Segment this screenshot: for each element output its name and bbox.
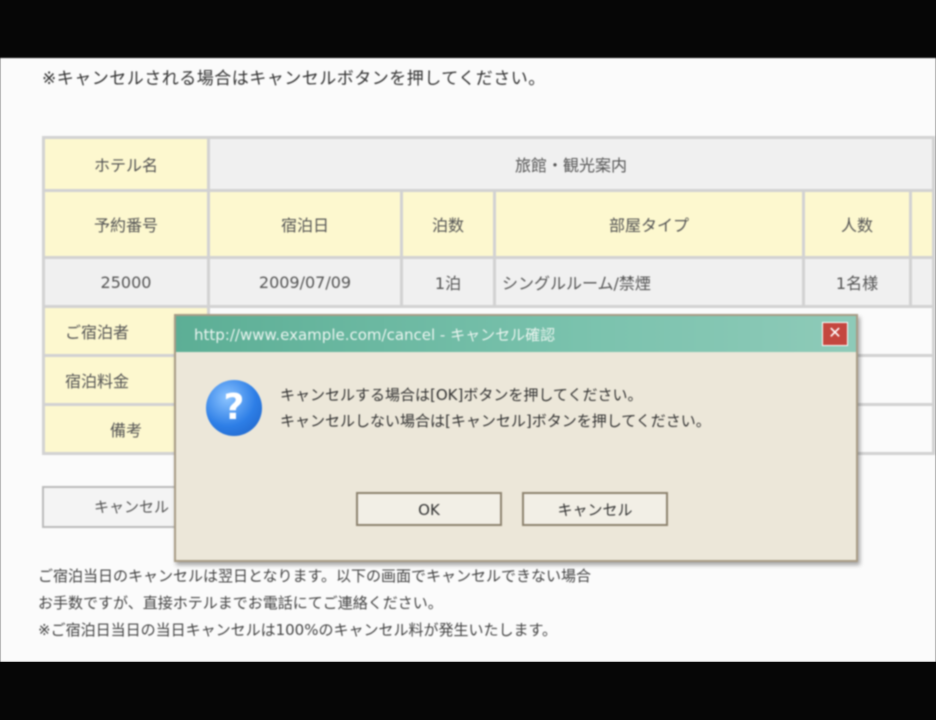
col-header-guests: 人数	[802, 189, 912, 259]
col-header-stay-date: 宿泊日	[207, 189, 403, 259]
close-icon[interactable]: ✕	[822, 322, 848, 346]
col-header-room-type: 部屋タイプ	[493, 189, 805, 259]
dialog-title: http://www.example.com/cancel - キャンセル確認	[194, 326, 556, 344]
hotel-name-value: 旅館・観光案内	[207, 136, 935, 192]
cell-reservation-no: 25000	[42, 256, 210, 308]
footer-notes: ご宿泊当日のキャンセルは翌日となります。以下の画面でキャンセルできない場合 お手…	[38, 563, 591, 644]
letterbox-top	[0, 0, 936, 58]
letterbox-bottom	[0, 662, 936, 720]
page-cancel-button[interactable]: キャンセル	[42, 486, 192, 528]
ok-button[interactable]: OK	[356, 492, 502, 526]
cancel-notice: ※キャンセルされる場合はキャンセルボタンを押してください。	[42, 69, 546, 89]
footer-note-line: ご宿泊当日のキャンセルは翌日となります。以下の画面でキャンセルできない場合	[38, 567, 592, 585]
footer-note-line: ※ご宿泊日当日の当日キャンセルは100%のキャンセル料が発生いたします。	[38, 621, 557, 639]
dialog-message: キャンセルする場合は[OK]ボタンを押してください。 キャンセルしない場合は[キ…	[280, 382, 711, 434]
col-header-extra	[909, 189, 935, 259]
col-header-nights: 泊数	[400, 189, 496, 259]
cell-extra	[909, 256, 935, 308]
confirm-dialog: http://www.example.com/cancel - キャンセル確認 …	[174, 314, 858, 562]
dialog-titlebar[interactable]: http://www.example.com/cancel - キャンセル確認 …	[176, 316, 856, 352]
cell-room-type: シングルルーム/禁煙	[493, 256, 805, 308]
question-icon: ?	[206, 380, 262, 436]
footer-note-line: お手数ですが、直接ホテルまでお電話にてご連絡ください。	[38, 594, 443, 612]
col-header-reservation-no: 予約番号	[42, 189, 210, 259]
cancel-button[interactable]: キャンセル	[522, 492, 668, 526]
cell-stay-date: 2009/07/09	[207, 256, 403, 308]
cell-guests: 1名様	[802, 256, 912, 308]
cell-nights: 1泊	[400, 256, 496, 308]
dialog-message-line: キャンセルする場合は[OK]ボタンを押してください。	[280, 386, 643, 404]
hotel-name-header: ホテル名	[42, 136, 210, 192]
dialog-message-line: キャンセルしない場合は[キャンセル]ボタンを押してください。	[280, 412, 711, 430]
